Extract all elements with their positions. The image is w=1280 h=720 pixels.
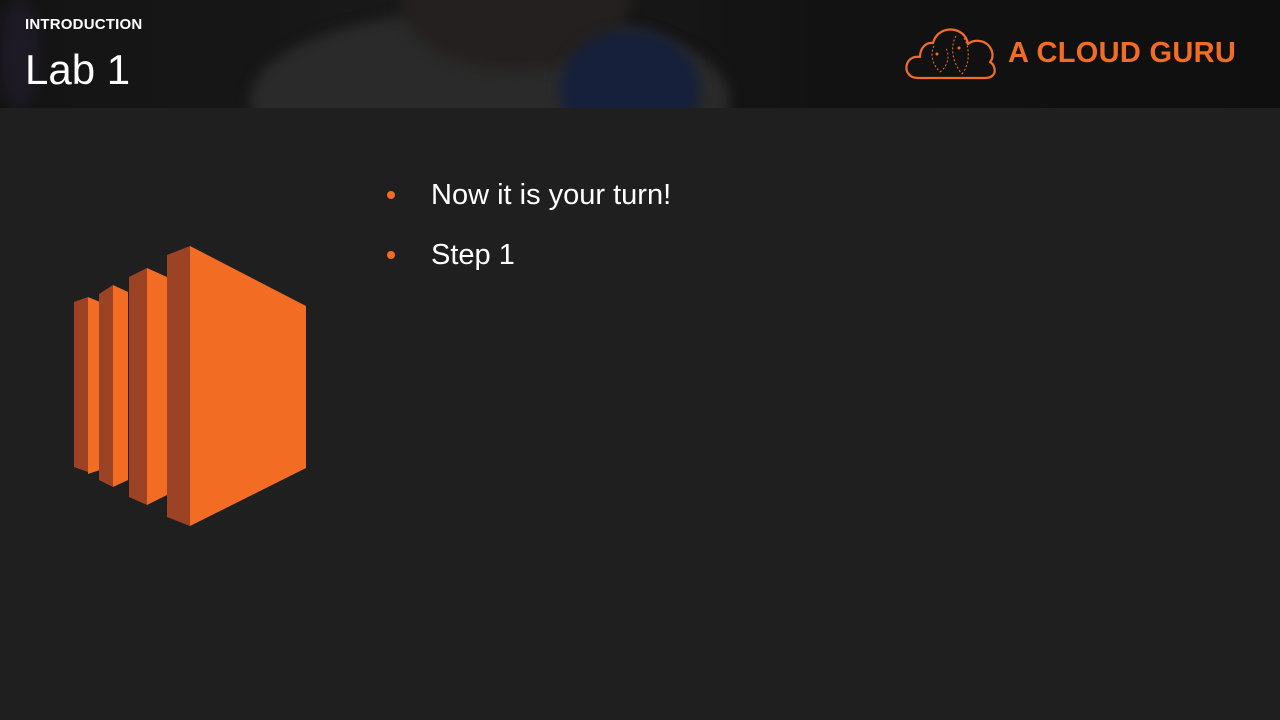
section-label: INTRODUCTION <box>25 16 143 33</box>
bullet-dot <box>387 251 395 259</box>
brand-logo: A CLOUD GURU <box>904 26 1244 82</box>
bullet-list: Now it is your turn! Step 1 <box>380 172 671 292</box>
cloud-logo-icon <box>905 28 996 80</box>
bullet-text: Step 1 <box>431 239 515 271</box>
slide: INTRODUCTION Lab 1 A CLOUD GURU Now it i… <box>0 0 1280 720</box>
brand-name: A CLOUD GURU <box>1008 37 1237 69</box>
bullet-text: Now it is your turn! <box>431 179 672 211</box>
bullet-dot <box>387 191 395 199</box>
page-title: Lab 1 <box>25 46 131 93</box>
list-item: Step 1 <box>380 232 671 292</box>
ec2-instance-icon <box>74 246 306 526</box>
list-item: Now it is your turn! <box>380 172 671 232</box>
header-bar: INTRODUCTION Lab 1 A CLOUD GURU <box>0 0 1280 108</box>
